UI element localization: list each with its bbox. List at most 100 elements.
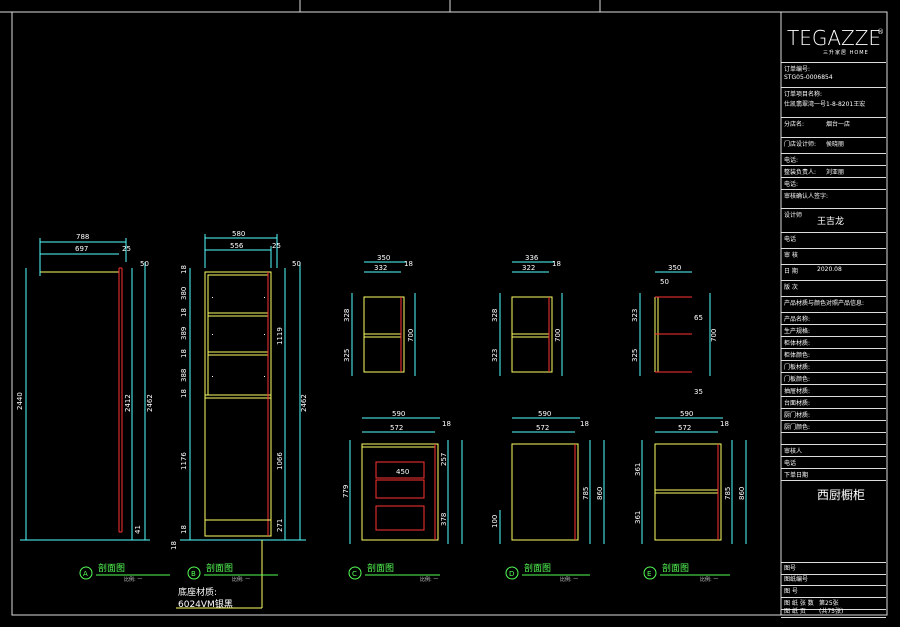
title-block: TEGAZZE ® 三升家居 HOME 订单编号: STG05-0006854 订单…	[781, 12, 886, 618]
title-row: 产品材质与颜色对照产品信息:	[781, 296, 886, 313]
title-row-label: 电话	[784, 236, 797, 243]
dim-eb-361a: 361	[634, 463, 642, 476]
dim-b-r1: 1119	[276, 327, 284, 345]
dim-b-l4: 18	[180, 349, 188, 358]
title-row-label: 审核人	[784, 448, 803, 455]
section-a-label: 剖面图	[98, 562, 125, 574]
dim-db-572: 572	[536, 424, 549, 432]
dim-a-41: 41	[134, 525, 142, 534]
dim-cb-572: 572	[390, 424, 403, 432]
dim-db-18: 18	[580, 420, 589, 428]
dim-et-35: 35	[694, 388, 703, 396]
dim-b-l9: 18	[170, 541, 178, 550]
section-b: 580 556 25 18 380 18 389 18 388 18 1176 …	[170, 230, 308, 609]
title-row-label: 门板材质:	[784, 364, 811, 371]
title-row: 日 期 2020.08	[781, 264, 886, 281]
section-a: 788 697 25 2440 2412 2462 50 41	[16, 233, 154, 541]
section-c-base: 590 572 18 450 779 257 378	[342, 410, 463, 544]
title-row: 分店名: 烟台一店	[781, 117, 886, 138]
dim-cb-450: 450	[396, 468, 409, 476]
dim-cb-18: 18	[442, 420, 451, 428]
title-row-value: 侯晓丽	[826, 141, 845, 148]
dim-b-l6: 18	[180, 389, 188, 398]
dim-dt-18: 18	[552, 260, 561, 268]
dim-b-l7: 1176	[180, 452, 188, 470]
section-label-d: D 剖面图 比例: 一	[505, 562, 590, 583]
title-bottom-label: 图 号	[784, 588, 798, 595]
dim-b-r2: 2462	[300, 394, 308, 412]
title-row-label: 抽屉材质:	[784, 388, 811, 395]
title-row-label: 下单日期	[784, 472, 809, 479]
dim-a-50: 50	[140, 260, 149, 268]
section-c-scale: 比例: 一	[420, 576, 438, 583]
section-b-id: B	[191, 570, 196, 578]
dim-eb-18: 18	[720, 420, 729, 428]
section-label-a: A 剖面图 比例: 一	[79, 562, 170, 583]
title-bottom-row: 图 号	[781, 586, 886, 598]
title-bottom-label: 图 纸 页	[784, 608, 806, 615]
title-row-label: 厨门颜色:	[784, 424, 811, 431]
dim-b-25: 25	[272, 242, 281, 250]
dim-b-r3: 1066	[276, 452, 284, 470]
drawing-name: 西厨橱柜	[817, 488, 866, 502]
title-row-value: STG05-0006854	[784, 74, 833, 81]
title-row: 订单编号: STG05-0006854	[781, 62, 886, 88]
section-b-label: 剖面图	[206, 562, 233, 574]
dim-b-l1: 380	[180, 287, 188, 300]
title-row: 订单项目名称: 仕凯翡翠湾一号1-8-8201王宏	[781, 87, 886, 118]
title-row-label: 审核确认人签字:	[784, 193, 829, 200]
section-e-base: 590 572 18 361 361 785 860	[634, 410, 747, 544]
dim-db-590: 590	[538, 410, 551, 418]
dim-eb-361b: 361	[634, 511, 642, 524]
title-row: 电话	[781, 232, 886, 249]
section-label-b: B 剖面图 比例: 一	[187, 562, 278, 583]
title-row-label: 门板颜色:	[784, 376, 811, 383]
dim-ct-700: 700	[407, 329, 415, 342]
dim-db-100: 100	[491, 515, 499, 528]
title-row-value: 2020.08	[817, 266, 842, 273]
section-e-top: 350 50 323 325 700 65 35	[631, 264, 718, 396]
dim-dt-323: 323	[491, 349, 499, 362]
section-label-c: C 剖面图 比例: 一	[348, 562, 440, 583]
dim-et-323: 323	[631, 309, 639, 322]
title-bottom-value: (共75张)	[819, 608, 844, 615]
title-bottom-row: 图 纸 页 (共75张)	[781, 606, 886, 618]
dim-a-697: 697	[75, 245, 88, 253]
title-row-label: 电话:	[784, 181, 799, 188]
dim-et-325: 325	[631, 349, 639, 362]
section-d-top: 336 322 18 328 323 700	[491, 254, 563, 376]
section-d-id: D	[509, 570, 514, 578]
dim-et-700: 700	[710, 329, 718, 342]
brand-logo: TEGAZZE	[787, 26, 882, 50]
dim-b-l8: 18	[180, 525, 188, 534]
title-row-label: 整装负责人:	[784, 169, 817, 176]
dim-ct-332: 332	[374, 264, 387, 272]
title-row-value: 仕凯翡翠湾一号1-8-8201王宏	[784, 101, 866, 108]
dim-cb-257: 257	[440, 453, 448, 466]
dim-b-l3: 389	[180, 327, 188, 340]
dim-cb-590: 590	[392, 410, 405, 418]
dim-a-2412: 2412	[124, 394, 132, 412]
dim-b-r0: 50	[292, 260, 301, 268]
title-row: 审 核	[781, 248, 886, 265]
section-a-scale: 比例: 一	[124, 576, 142, 583]
title-bottom-label: 图纸编号	[784, 576, 809, 583]
dim-eb-572: 572	[678, 424, 691, 432]
title-row-label: 版 次	[784, 284, 798, 291]
section-d-base: 590 572 18 100 785 860	[491, 410, 605, 544]
dim-eb-590: 590	[680, 410, 693, 418]
title-bottom-row: 图纸编号	[781, 574, 886, 586]
title-row: 审核确认人签字:	[781, 189, 886, 209]
section-labels: A 剖面图 比例: 一 B 剖面图 比例: 一 C 剖面图 比例: 一 D 剖面…	[79, 562, 730, 583]
title-row-label: 生产规格:	[784, 328, 811, 335]
title-row: 门店设计师: 侯晓丽	[781, 137, 886, 154]
title-row-label: 台面材质:	[784, 400, 811, 407]
logo-area: TEGAZZE ® 三升家居 HOME	[781, 12, 886, 63]
dim-dt-322: 322	[522, 264, 535, 272]
dim-b-r4: 271	[276, 519, 284, 532]
brand-subtitle: 三升家居 HOME	[823, 50, 869, 56]
dim-db-860: 860	[596, 487, 604, 500]
dim-ct-328: 328	[343, 309, 351, 322]
drawing-border	[11, 11, 888, 616]
dim-b-l5: 388	[180, 369, 188, 382]
